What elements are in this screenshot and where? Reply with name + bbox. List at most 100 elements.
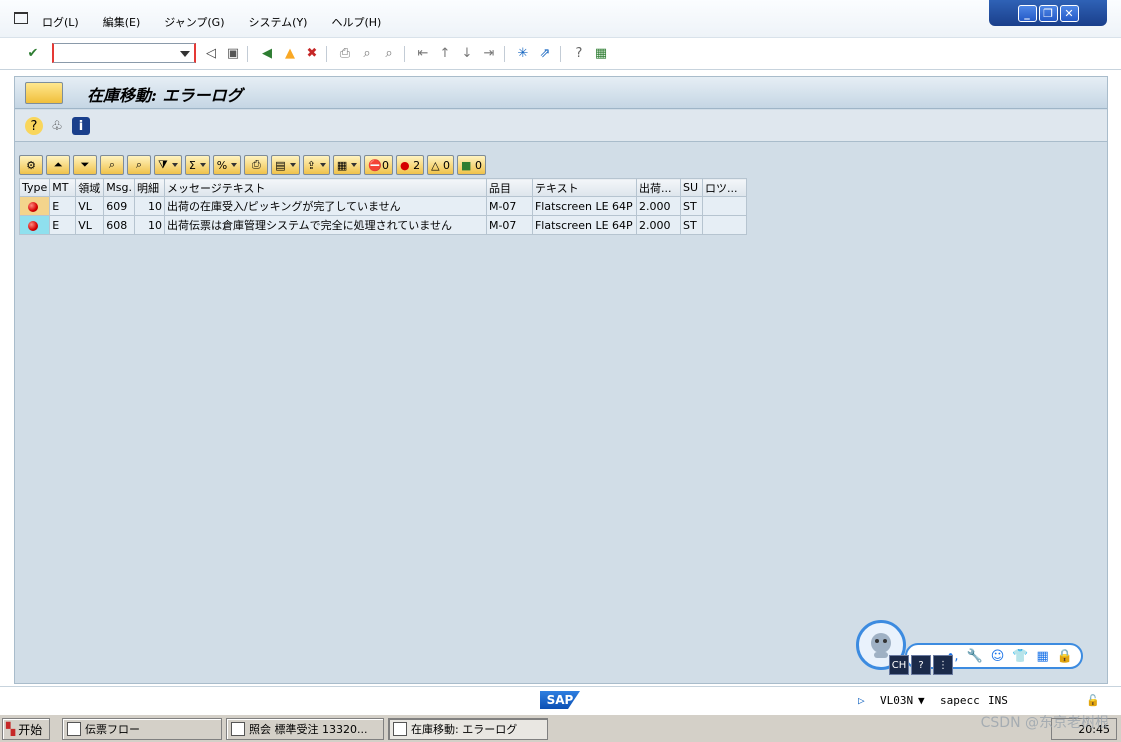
lock-icon[interactable]: 🔒 (1057, 649, 1073, 664)
previous-page-icon[interactable]: ↑ (436, 44, 454, 62)
new-session-icon[interactable]: ✳ (514, 44, 532, 62)
cell-msg[interactable]: 609 (103, 196, 135, 216)
success-filter-button[interactable]: ■ 0 (457, 155, 486, 175)
first-page-icon[interactable]: ⇤ (414, 44, 432, 62)
cancel-icon[interactable]: ✖ (303, 44, 321, 62)
col-qty[interactable]: 出荷... (635, 178, 681, 197)
ime-options-icon[interactable]: ⋮ (933, 655, 953, 675)
col-area[interactable]: 領域 (75, 178, 105, 197)
sort-descending-button[interactable]: ⏷ (73, 155, 97, 175)
last-page-icon[interactable]: ⇥ (480, 44, 498, 62)
menu-system[interactable]: システム(Y) (249, 14, 308, 30)
warning-filter-button[interactable]: △ 0 (427, 155, 455, 175)
technical-info-icon[interactable]: ♧ (48, 117, 66, 135)
cell-msg[interactable]: 608 (103, 215, 135, 235)
filter-button[interactable]: ⧩ (154, 155, 182, 175)
restore-icon[interactable]: ❐ (1038, 4, 1058, 22)
layout-menu-icon[interactable]: ▦ (592, 44, 610, 62)
command-field[interactable] (52, 43, 196, 63)
col-su[interactable]: SU (679, 178, 703, 197)
col-mt[interactable]: MT (49, 178, 77, 197)
layout-button[interactable]: ▦ (332, 155, 362, 175)
sum-button[interactable]: Σ (184, 155, 210, 175)
find-button[interactable]: ⌕ (100, 155, 124, 175)
collapse-arrow-icon[interactable]: ◁ (202, 44, 220, 62)
menu-help[interactable]: ヘルプ(H) (331, 14, 381, 30)
details-button[interactable]: ⚙ (19, 155, 43, 175)
ime-help-icon[interactable]: ? (911, 655, 931, 675)
sort-ascending-button[interactable]: ⏶ (46, 155, 70, 175)
wrench-icon[interactable]: 🔧 (967, 649, 983, 664)
ime-lang-indicator[interactable]: CH (889, 655, 909, 675)
table-row[interactable]: E VL 608 10 出荷伝票は倉庫管理システムで完全に処理されていません M… (18, 215, 747, 235)
cell-area[interactable]: VL (75, 196, 105, 216)
col-message-text[interactable]: メッセージテキスト (163, 178, 487, 197)
status-lamp-cell[interactable] (18, 215, 51, 235)
command-dropdown-icon[interactable] (180, 51, 190, 57)
status-lamp-cell[interactable] (18, 196, 51, 216)
next-page-icon[interactable]: ↓ (458, 44, 476, 62)
back-icon[interactable]: ◀ (258, 44, 276, 62)
cell-material-text[interactable]: Flatscreen LE 64P (531, 215, 637, 235)
exit-icon[interactable]: ▲ (281, 44, 299, 62)
cell-item[interactable]: 10 (133, 196, 165, 216)
export-button[interactable]: ⇪ (302, 155, 330, 175)
cell-material-text[interactable]: Flatscreen LE 64P (531, 196, 637, 216)
cell-lot[interactable] (701, 215, 747, 235)
lock-icon[interactable]: 🔓 (1086, 694, 1100, 707)
save-icon[interactable]: ▣ (224, 44, 242, 62)
minimize-icon[interactable]: _ (1017, 4, 1037, 22)
help-circle-icon[interactable]: ? (25, 117, 43, 135)
views-button[interactable]: ▤ (271, 155, 300, 175)
subtotal-button[interactable]: % (212, 155, 242, 175)
col-material-text[interactable]: テキスト (531, 178, 637, 197)
transaction-dropdown-icon[interactable]: ▼ (918, 694, 925, 707)
smiley-icon[interactable]: ☺ (991, 649, 1005, 664)
help-icon[interactable]: ? (570, 44, 588, 62)
cell-qty[interactable]: 2.000 (635, 215, 681, 235)
menu-edit[interactable]: 編集(E) (103, 14, 141, 30)
print-icon[interactable]: ⎙ (336, 44, 354, 62)
grid-icon[interactable]: ▦ (1037, 649, 1049, 664)
close-icon[interactable]: ✕ (1059, 4, 1079, 22)
find-next-icon[interactable]: ⌕ (380, 44, 398, 62)
task-item[interactable]: 伝票フロー (62, 718, 222, 740)
cell-qty[interactable]: 2.000 (635, 196, 681, 216)
find-next-button[interactable]: ⌕ (127, 155, 151, 175)
cell-item[interactable]: 10 (133, 215, 165, 235)
table-row[interactable]: E VL 609 10 出荷の在庫受入/ピッキングが完了していません M-07 … (18, 196, 747, 216)
task-item-active[interactable]: 在庫移動: エラーログ (388, 718, 548, 740)
transaction-code[interactable]: VL03N (880, 694, 913, 707)
find-icon[interactable]: ⌕ (358, 44, 376, 62)
task-item[interactable]: 照会 標準受注 13320... (226, 718, 384, 740)
skin-icon[interactable]: 👕 (1012, 649, 1028, 664)
start-button[interactable]: ▚ 开始 (2, 718, 50, 740)
status-expand-icon[interactable]: ▷ (858, 694, 865, 707)
cell-mt[interactable]: E (49, 196, 77, 216)
col-type[interactable]: Type (18, 178, 51, 197)
col-material[interactable]: 品目 (485, 178, 533, 197)
col-item[interactable]: 明細 (133, 178, 165, 197)
screen-menu-button[interactable] (25, 82, 63, 104)
watermark: CSDN @东京老树根 (980, 715, 1109, 731)
cell-lot[interactable] (701, 196, 747, 216)
cell-mt[interactable]: E (49, 215, 77, 235)
col-lot[interactable]: ロツ... (701, 178, 747, 197)
cell-su[interactable]: ST (679, 196, 703, 216)
cell-message-text[interactable]: 出荷伝票は倉庫管理システムで完全に処理されていません (163, 215, 487, 235)
cell-material[interactable]: M-07 (485, 196, 533, 216)
info-icon[interactable]: i (72, 117, 90, 135)
shortcut-icon[interactable]: ⇗ (536, 44, 554, 62)
menu-jump[interactable]: ジャンプ(G) (164, 14, 224, 30)
menu-log[interactable]: ログ(L) (42, 14, 79, 30)
enter-checkmark-icon[interactable]: ✔ (24, 44, 42, 62)
menu-screen-icon[interactable] (14, 12, 28, 24)
stop-filter-button[interactable]: ⛔ 0 (364, 155, 393, 175)
cell-message-text[interactable]: 出荷の在庫受入/ピッキングが完了していません (163, 196, 487, 216)
cell-su[interactable]: ST (679, 215, 703, 235)
col-msg[interactable]: Msg. (103, 178, 135, 197)
cell-area[interactable]: VL (75, 215, 105, 235)
error-filter-button[interactable]: ● 2 (395, 155, 425, 175)
print-preview-button[interactable]: ⎙ (244, 155, 269, 175)
cell-material[interactable]: M-07 (485, 215, 533, 235)
